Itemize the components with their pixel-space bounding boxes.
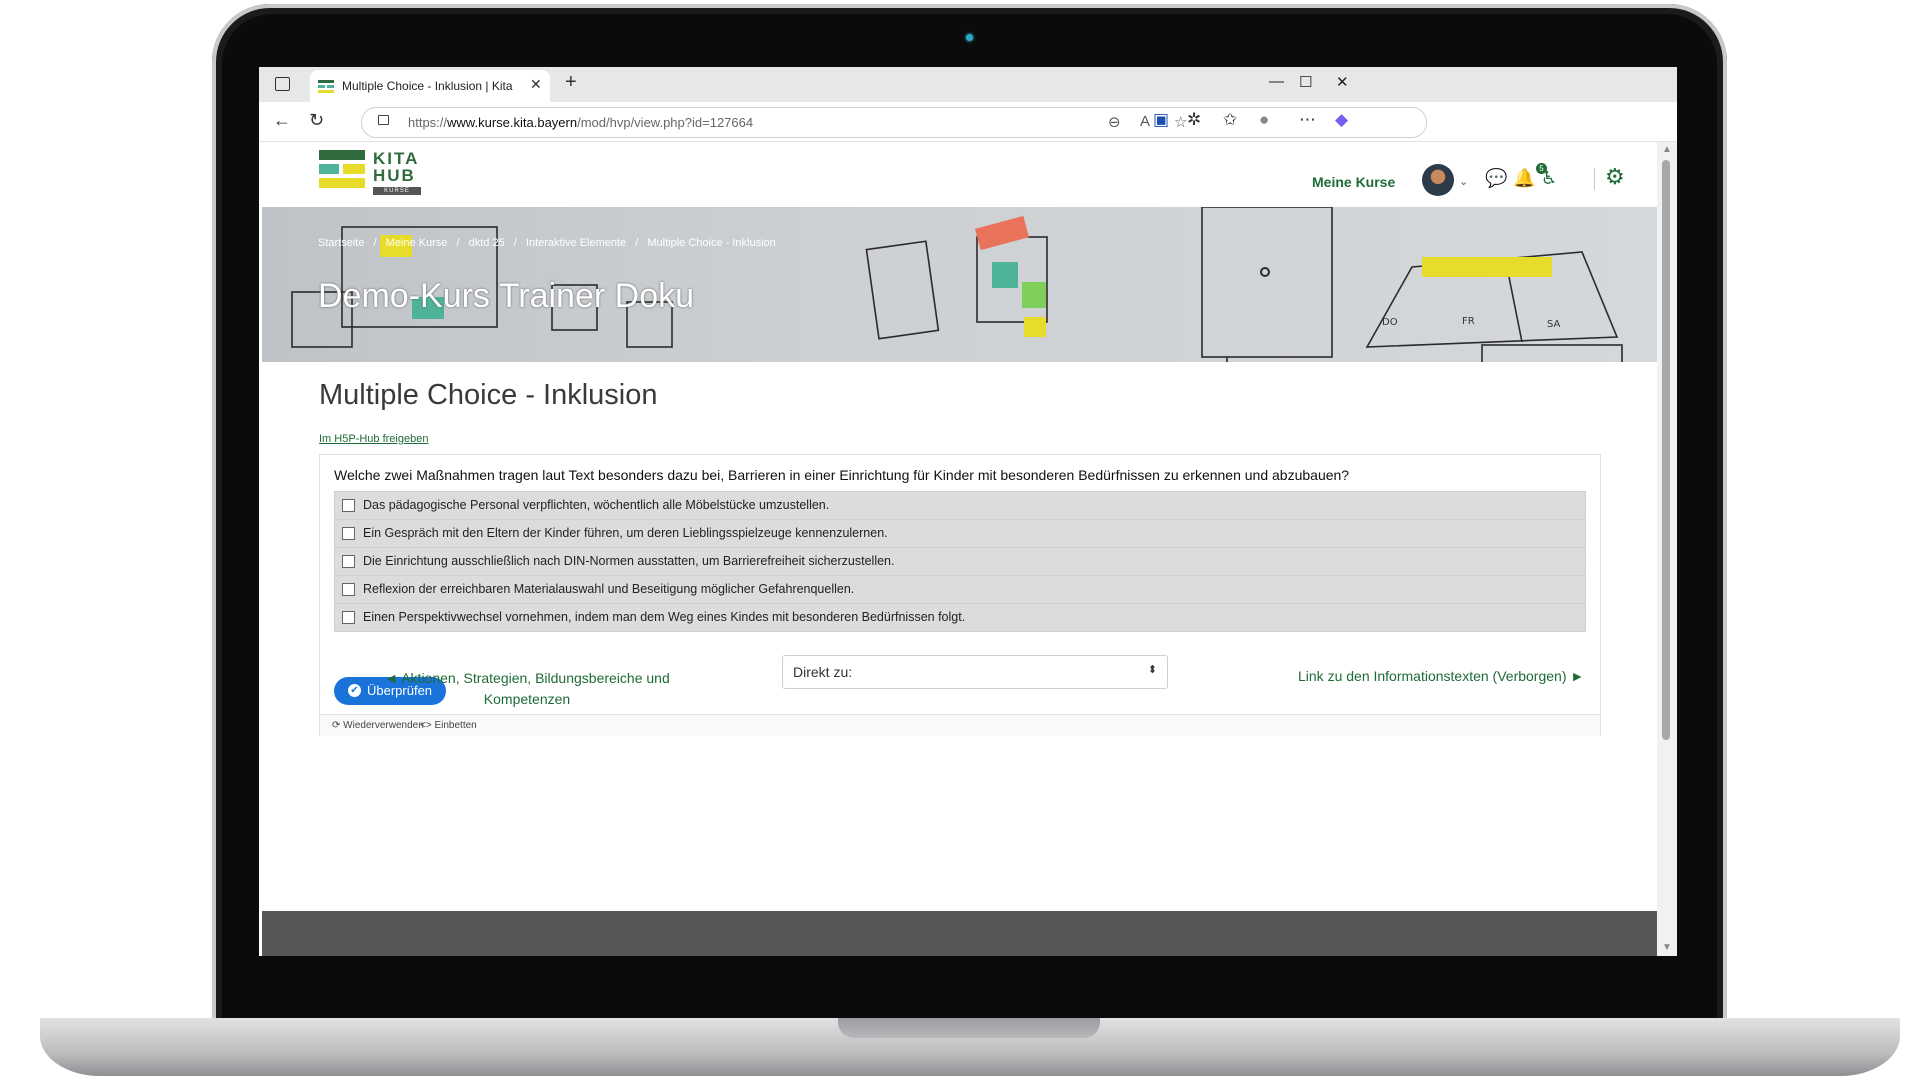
user-menu-chevron-down-icon[interactable]: ⌄: [1459, 175, 1468, 188]
breadcrumb-current: Multiple Choice - Inklusion: [647, 237, 776, 249]
course-title: Demo-Kurs Trainer Doku: [318, 277, 695, 315]
favorites-icon[interactable]: ✩: [1223, 110, 1237, 130]
breadcrumb-home[interactable]: Startseite: [318, 237, 364, 249]
answer-text: Das pädagogische Personal verpflichten, …: [363, 498, 830, 512]
browser-window: Multiple Choice - Inklusion | Kita ✕ + —…: [259, 67, 1677, 956]
profile-icon[interactable]: ●: [1259, 110, 1269, 130]
h5p-hub-share-link[interactable]: Im H5P-Hub freigeben: [319, 433, 428, 445]
more-menu-icon[interactable]: ⋯: [1299, 110, 1316, 130]
logo-bar-green: [319, 150, 365, 160]
breadcrumb-separator: /: [456, 237, 460, 249]
minimize-button[interactable]: —: [1269, 73, 1284, 90]
web-page: KITA HUB KURSE Meine Kurse ⌄ 💬 🔔 5 ♿ ⚙ D…: [262, 142, 1657, 956]
answer-checkbox[interactable]: [342, 527, 355, 540]
read-aloud-icon[interactable]: A: [1140, 113, 1150, 130]
answer-checkbox[interactable]: [342, 611, 355, 624]
scrollbar-thumb[interactable]: [1662, 160, 1670, 740]
lock-icon[interactable]: [378, 115, 389, 125]
answer-checkbox[interactable]: [342, 583, 355, 596]
back-arrow-icon[interactable]: ←: [273, 110, 291, 131]
breadcrumb-separator: /: [373, 237, 377, 249]
answer-option[interactable]: Die Einrichtung ausschließlich nach DIN-…: [334, 547, 1586, 576]
logo-text-hub: HUB: [373, 166, 416, 185]
tab-title: Multiple Choice - Inklusion | Kita: [342, 79, 513, 93]
answer-option[interactable]: Ein Gespräch mit den Eltern der Kinder f…: [334, 519, 1586, 548]
close-window-button[interactable]: ✕: [1336, 73, 1349, 91]
checkmark-icon: ✔: [348, 684, 361, 697]
answer-option[interactable]: Reflexion der erreichbaren Materialauswa…: [334, 575, 1586, 604]
extension-icon[interactable]: ▣: [1153, 110, 1169, 130]
jump-to-value: Direkt zu:: [793, 664, 853, 680]
tab-multiple-choice[interactable]: Multiple Choice - Inklusion | Kita ✕: [310, 70, 550, 102]
accessibility-icon[interactable]: ♿: [1541, 168, 1557, 189]
kita-hub-logo[interactable]: KITA HUB KURSE: [319, 150, 429, 198]
answer-option[interactable]: Das pädagogische Personal verpflichten, …: [334, 491, 1586, 520]
zoom-icon[interactable]: ⊖: [1108, 113, 1121, 131]
laptop-notch: [838, 1018, 1100, 1038]
logo-bar-yellow-right: [343, 164, 365, 174]
copilot-icon[interactable]: ◆: [1335, 110, 1348, 130]
answer-checkbox[interactable]: [342, 499, 355, 512]
logo-text-kita: KITA: [373, 149, 420, 168]
answer-text: Die Einrichtung ausschließlich nach DIN-…: [363, 554, 895, 568]
breadcrumb-section[interactable]: Interaktive Elemente: [526, 237, 626, 249]
reuse-button[interactable]: ⟳ Wiederverwenden: [332, 720, 424, 731]
breadcrumb-my-courses[interactable]: Meine Kurse: [386, 237, 448, 249]
my-courses-link[interactable]: Meine Kurse: [1312, 174, 1395, 190]
breadcrumb-separator: /: [635, 237, 639, 249]
page-footer: [262, 911, 1657, 956]
site-header: KITA HUB KURSE Meine Kurse ⌄ 💬 🔔 5 ♿ ⚙: [262, 142, 1657, 207]
embed-button[interactable]: <> Einbetten: [420, 720, 477, 731]
svg-text:SA: SA: [1547, 319, 1561, 330]
maximize-button[interactable]: ☐: [1299, 73, 1312, 91]
h5p-action-bar: ⟳ Wiederverwenden <> Einbetten: [320, 714, 1600, 736]
logo-bar-yellow: [319, 178, 365, 188]
course-banner: DO FR SA Startseite / Meine Kurse / dktd…: [262, 207, 1657, 362]
url-text[interactable]: https://www.kurse.kita.bayern/mod/hvp/vi…: [408, 115, 753, 130]
question-text: Welche zwei Maßnahmen tragen laut Text b…: [334, 467, 1350, 483]
tab-bar: Multiple Choice - Inklusion | Kita ✕ + —…: [259, 67, 1677, 102]
messages-icon[interactable]: 💬: [1485, 168, 1507, 189]
breadcrumb-course[interactable]: dktd 25: [469, 237, 505, 249]
kita-hub-favicon-icon: [318, 80, 334, 93]
user-avatar[interactable]: [1422, 164, 1454, 196]
answer-option[interactable]: Einen Perspektivwechsel vornehmen, indem…: [334, 603, 1586, 632]
logo-text-kurse: KURSE: [373, 187, 421, 195]
scroll-down-arrow-icon[interactable]: ▼: [1662, 942, 1672, 953]
notifications-bell-icon[interactable]: 🔔: [1513, 168, 1535, 189]
svg-text:FR: FR: [1462, 316, 1475, 327]
favorite-star-icon[interactable]: ☆: [1174, 113, 1187, 131]
page-title: Multiple Choice - Inklusion: [319, 379, 658, 411]
answer-checkbox[interactable]: [342, 555, 355, 568]
select-arrows-icon: ⬍: [1147, 664, 1157, 676]
scroll-up-arrow-icon[interactable]: ▲: [1662, 144, 1672, 155]
logo-bar-teal-left: [319, 164, 339, 174]
settings-gear-icon[interactable]: ⚙: [1605, 164, 1625, 190]
answer-text: Ein Gespräch mit den Eltern der Kinder f…: [363, 526, 888, 540]
breadcrumb: Startseite / Meine Kurse / dktd 25 / Int…: [318, 237, 782, 249]
tab-actions-icon[interactable]: [275, 77, 290, 91]
jump-to-select[interactable]: Direkt zu: ⬍: [782, 655, 1168, 689]
tab-close-icon[interactable]: ✕: [530, 76, 542, 93]
extensions-puzzle-icon[interactable]: ✲: [1187, 110, 1201, 130]
svg-text:DO: DO: [1382, 317, 1398, 328]
answer-text: Reflexion der erreichbaren Materialauswa…: [363, 582, 855, 596]
new-tab-button[interactable]: +: [565, 71, 577, 94]
answer-text: Einen Perspektivwechsel vornehmen, indem…: [363, 610, 966, 624]
next-activity-link[interactable]: Link zu den Informationstexten (Verborge…: [1298, 668, 1584, 684]
reload-icon[interactable]: ↻: [309, 110, 324, 131]
camera-dot: [966, 34, 973, 41]
header-divider: [1594, 168, 1595, 190]
previous-activity-link[interactable]: ◄ Aktionen, Strategien, Bildungsbereiche…: [382, 668, 672, 710]
navigation-bar: ← ↻ https://www.kurse.kita.bayern/mod/hv…: [259, 102, 1677, 142]
page-scrollbar[interactable]: ▲ ▼: [1657, 142, 1677, 956]
breadcrumb-separator: /: [513, 237, 517, 249]
